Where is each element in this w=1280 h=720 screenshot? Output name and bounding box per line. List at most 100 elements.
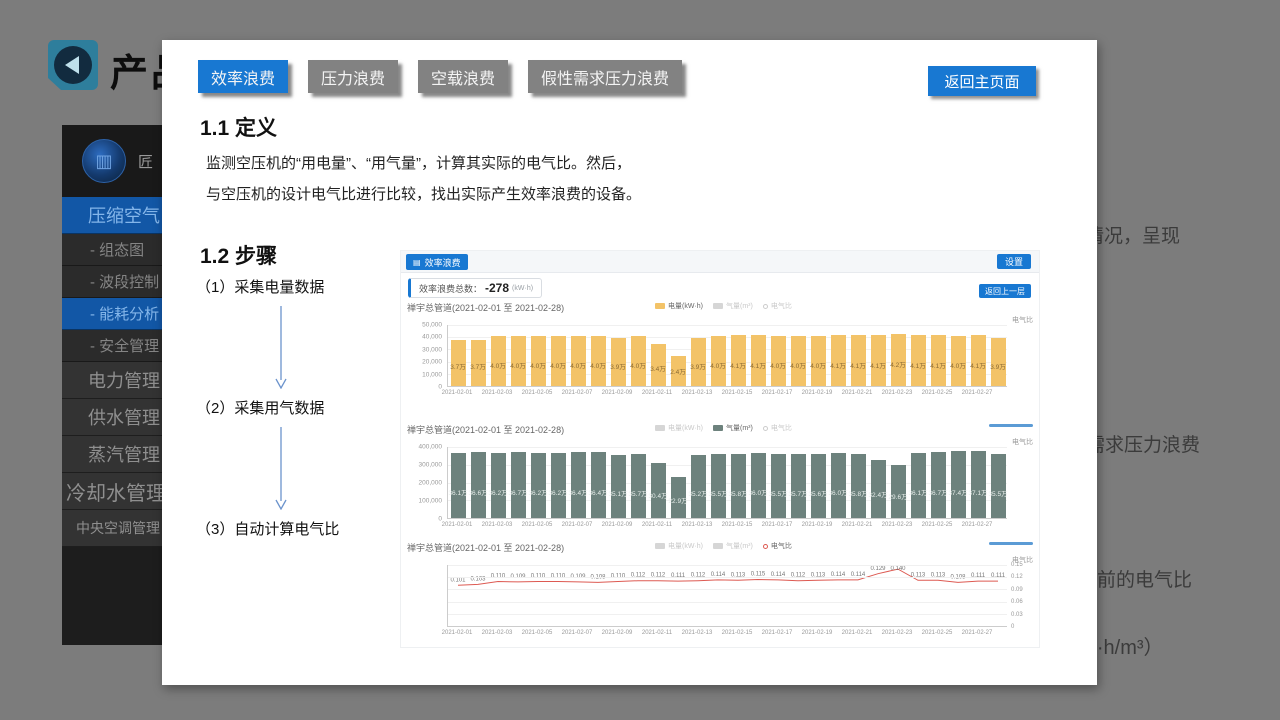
- chart-legend: 电量(kW·h) 气量(m³) 电气比: [655, 301, 792, 311]
- sidebar-item[interactable]: - 组态图: [62, 234, 162, 266]
- bar-label: 4.1万: [748, 360, 769, 370]
- legend-item[interactable]: 电气比: [763, 423, 792, 433]
- sidebar-item[interactable]: 中央空调管理: [62, 510, 162, 547]
- bar: 4.0万: [631, 336, 646, 386]
- chart-legend: 电量(kW·h) 气量(m³) 电气比: [655, 541, 792, 551]
- bar: 3.9万: [691, 338, 706, 386]
- x-tick-label: 2021-02-11: [642, 390, 672, 396]
- legend-item[interactable]: 电量(kW·h): [655, 301, 703, 311]
- bar: 36.1万: [451, 453, 466, 518]
- bar: 36.7万: [511, 452, 526, 518]
- x-tick-label: 2021-02-23: [882, 390, 913, 396]
- back-upper-button[interactable]: 返回上一层: [979, 284, 1031, 298]
- return-main-button[interactable]: 返回主页面: [928, 66, 1036, 96]
- legend-item[interactable]: 电量(kW·h): [655, 541, 703, 551]
- legend-swatch: [713, 543, 723, 549]
- bar-label: 37.4万: [948, 487, 969, 497]
- summary-box: 效率浪费总数： -278 (kW·h): [408, 278, 542, 298]
- bar-label: 22.9万: [668, 495, 689, 505]
- legend-item[interactable]: 气量(m³): [713, 541, 753, 551]
- chart-title: 禅宇总管道(2021-02-01 至 2021-02-28): [407, 301, 564, 314]
- x-tick-label: 2021-02-15: [722, 630, 753, 636]
- bar-label: 4.0万: [568, 360, 589, 370]
- back-arrow-icon[interactable]: [48, 40, 98, 90]
- x-tick-label: 2021-02-09: [602, 522, 633, 528]
- bar: 36.2万: [551, 453, 566, 518]
- bar-label: 36.2万: [548, 487, 569, 497]
- sidebar-item[interactable]: 冷却水管理: [62, 473, 162, 510]
- bar-label: 36.7万: [508, 487, 529, 497]
- bar-label: 35.7万: [788, 488, 809, 498]
- scrollbar-indicator[interactable]: [989, 424, 1033, 427]
- step-item: （3）自动计算电气比: [196, 518, 386, 539]
- x-tick-label: 2021-02-07: [562, 630, 593, 636]
- svg-text:0.111: 0.111: [971, 573, 986, 579]
- x-tick-label: 2021-02-15: [722, 522, 753, 528]
- bar: 22.9万: [671, 477, 686, 518]
- bar: 4.1万: [971, 335, 986, 386]
- tab[interactable]: 压力浪费: [308, 60, 398, 93]
- x-tick-label: 2021-02-27: [962, 630, 993, 636]
- legend-label: 气量(m³): [726, 301, 753, 311]
- legend-item[interactable]: 电气比: [763, 541, 792, 551]
- down-arrow-icon: [274, 426, 288, 510]
- x-tick-label: 2021-02-17: [762, 630, 793, 636]
- chart-plot: 36.1万36.6万36.2万36.7万36.2万36.2万36.4万36.4万…: [447, 447, 1007, 519]
- legend-label: 电气比: [771, 423, 792, 433]
- right-axis-label: 电气比: [1012, 315, 1033, 325]
- sidebar-item[interactable]: - 安全管理: [62, 330, 162, 362]
- bar: 36.7万: [931, 452, 946, 518]
- bar: 4.0万: [551, 336, 566, 386]
- sidebar-menu: 压缩空气- 组态图- 波段控制- 能耗分析- 安全管理电力管理供水管理蒸汽管理冷…: [62, 197, 162, 547]
- x-tick-label: 2021-02-27: [962, 522, 993, 528]
- legend-item[interactable]: 气量(m³): [713, 423, 753, 433]
- sidebar-item[interactable]: 供水管理: [62, 399, 162, 436]
- bar: 4.0万: [791, 336, 806, 386]
- x-tick-label: 2021-02-15: [722, 390, 753, 396]
- bar-label: 4.0万: [708, 360, 729, 370]
- right-axis: [1007, 325, 1035, 387]
- bar: 4.0万: [491, 336, 506, 386]
- bar-label: 4.0万: [788, 360, 809, 370]
- bar: 35.5万: [771, 454, 786, 518]
- bar-label: 37.1万: [968, 487, 989, 497]
- bar: 36.2万: [531, 453, 546, 518]
- legend-label: 气量(m³): [726, 423, 753, 433]
- legend-item[interactable]: 气量(m³): [713, 301, 753, 311]
- bar: 30.4万: [651, 463, 666, 518]
- legend-circle-icon: [763, 426, 768, 431]
- legend-item[interactable]: 电气比: [763, 301, 792, 311]
- bar: 4.0万: [571, 336, 586, 386]
- y-axis: [407, 565, 447, 627]
- bar-label: 35.8万: [728, 488, 749, 498]
- svg-text:0.111: 0.111: [671, 573, 686, 579]
- tab[interactable]: 假性需求压力浪费: [528, 60, 682, 93]
- bar-label: 4.1万: [848, 360, 869, 370]
- panel-title-button[interactable]: ▤ 效率浪费: [406, 254, 468, 270]
- definition-line: 与空压机的设计电气比进行比较，找出实际产生效率浪费的设备。: [206, 183, 641, 204]
- right-axis-label: 电气比: [1012, 437, 1033, 447]
- sidebar-item[interactable]: 电力管理: [62, 362, 162, 399]
- tab[interactable]: 空载浪费: [418, 60, 508, 93]
- x-tick-label: 2021-02-07: [562, 390, 593, 396]
- x-tick-label: 2021-02-19: [802, 630, 833, 636]
- sidebar-item[interactable]: 蒸汽管理: [62, 436, 162, 473]
- sidebar-item[interactable]: - 能耗分析: [62, 298, 162, 330]
- bar: 4.1万: [751, 335, 766, 386]
- chart-plot: 3.7万3.7万4.0万4.0万4.0万4.0万4.0万4.0万3.9万4.0万…: [447, 325, 1007, 387]
- legend-item[interactable]: 电量(kW·h): [655, 423, 703, 433]
- bar-label: 4.0万: [948, 360, 969, 370]
- sidebar-item[interactable]: - 波段控制: [62, 266, 162, 298]
- tab[interactable]: 效率浪费: [198, 60, 288, 93]
- bar: 4.0万: [531, 336, 546, 386]
- bar-label: 35.6万: [808, 488, 829, 498]
- sidebar-item[interactable]: 压缩空气: [62, 197, 162, 234]
- scrollbar-indicator[interactable]: [989, 542, 1033, 545]
- x-tick-label: 2021-02-01: [442, 522, 473, 528]
- bar-label: 4.0万: [588, 360, 609, 370]
- bar-label: 4.1万: [828, 360, 849, 370]
- settings-button[interactable]: 设置: [997, 254, 1031, 269]
- bar-label: 29.6万: [888, 491, 909, 501]
- bar-label: 36.7万: [928, 487, 949, 497]
- bar: 35.6万: [811, 454, 826, 518]
